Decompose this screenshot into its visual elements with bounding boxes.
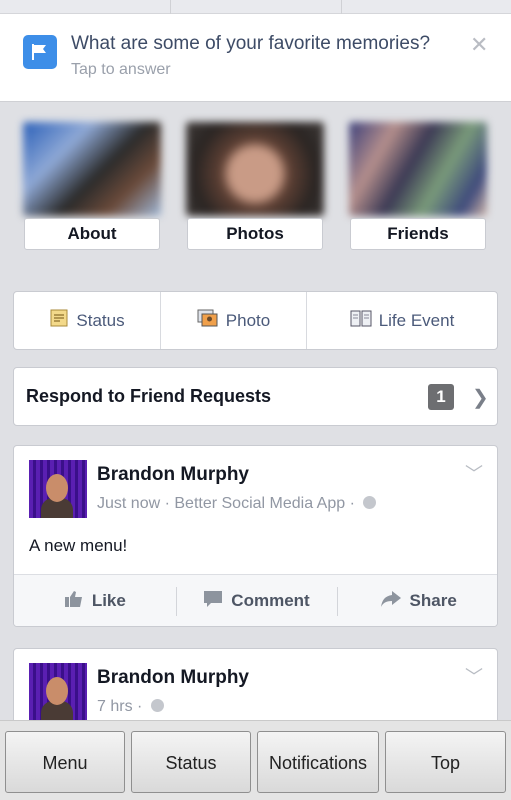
bottom-bar: Menu Status Notifications Top — [0, 720, 511, 800]
avatar[interactable] — [29, 663, 87, 721]
friend-requests-row[interactable]: Respond to Friend Requests 1 ❯ — [13, 367, 498, 426]
life-event-option[interactable]: Life Event — [307, 292, 497, 349]
meta-separator: · — [349, 495, 355, 512]
photos-label[interactable]: Photos — [187, 218, 323, 250]
globe-icon — [150, 699, 164, 712]
friends-label[interactable]: Friends — [350, 218, 486, 250]
share-label: Share — [409, 591, 457, 610]
like-button[interactable]: Like — [14, 575, 176, 626]
share-button[interactable]: Share — [337, 575, 497, 626]
post-meta: Just now · Better Social Media App · — [97, 495, 377, 513]
post-author[interactable]: Brandon Murphy — [97, 667, 249, 689]
share-icon — [380, 590, 402, 613]
chevron-right-icon: ❯ — [472, 387, 489, 409]
friend-requests-label: Respond to Friend Requests — [26, 386, 272, 406]
post-actions: Like Comment Share — [14, 574, 497, 626]
about-label[interactable]: About — [24, 218, 160, 250]
life-event-option-label: Life Event — [378, 310, 455, 330]
prompt-subtitle[interactable]: Tap to answer — [71, 61, 171, 79]
chevron-down-icon[interactable]: ﹀ — [465, 663, 483, 689]
post-app[interactable]: Better Social Media App — [174, 495, 345, 512]
photo-option[interactable]: Photo — [161, 292, 307, 349]
close-icon[interactable]: ✕ — [470, 34, 488, 56]
meta-separator: · — [137, 698, 143, 715]
chevron-down-icon[interactable]: ﹀ — [465, 460, 483, 486]
comment-button[interactable]: Comment — [175, 575, 338, 626]
about-tile[interactable]: About — [23, 122, 161, 250]
top-strip — [0, 0, 511, 14]
post-text: A new menu! — [29, 536, 128, 555]
status-option-label: Status — [76, 310, 125, 330]
comment-icon — [203, 590, 223, 613]
notifications-button[interactable]: Notifications — [257, 731, 379, 793]
about-thumbnail — [23, 122, 161, 216]
top-strip-segment — [171, 0, 342, 14]
menu-button[interactable]: Menu — [5, 731, 125, 793]
memories-prompt[interactable]: What are some of your favorite memories?… — [0, 14, 511, 102]
post-time[interactable]: Just now — [97, 495, 160, 512]
avatar[interactable] — [29, 460, 87, 518]
photos-tile[interactable]: Photos — [186, 122, 324, 250]
photo-icon — [197, 308, 219, 333]
friend-requests-count-badge: 1 — [428, 384, 454, 410]
thumbs-up-icon — [64, 590, 84, 613]
comment-label: Comment — [231, 591, 310, 610]
post-author[interactable]: Brandon Murphy — [97, 464, 249, 486]
friends-tile[interactable]: Friends — [349, 122, 487, 250]
photos-thumbnail — [186, 122, 324, 216]
status-button[interactable]: Status — [131, 731, 251, 793]
flag-icon — [23, 35, 57, 69]
top-strip-segment — [0, 0, 171, 14]
top-button[interactable]: Top — [385, 731, 506, 793]
post-card: Brandon Murphy Just now · Better Social … — [13, 445, 498, 627]
meta-separator: · — [164, 495, 175, 512]
book-icon — [350, 308, 372, 333]
status-option[interactable]: Status — [14, 292, 161, 349]
friends-thumbnail — [349, 122, 487, 216]
post-meta: 7 hrs · — [97, 698, 164, 716]
photo-option-label: Photo — [225, 310, 271, 330]
like-label: Like — [91, 591, 126, 610]
globe-icon — [363, 496, 377, 509]
composer-bar: Status Photo Life Event — [13, 291, 498, 350]
note-icon — [49, 308, 69, 333]
post-time[interactable]: 7 hrs — [97, 698, 133, 715]
prompt-question[interactable]: What are some of your favorite memories? — [71, 33, 430, 55]
